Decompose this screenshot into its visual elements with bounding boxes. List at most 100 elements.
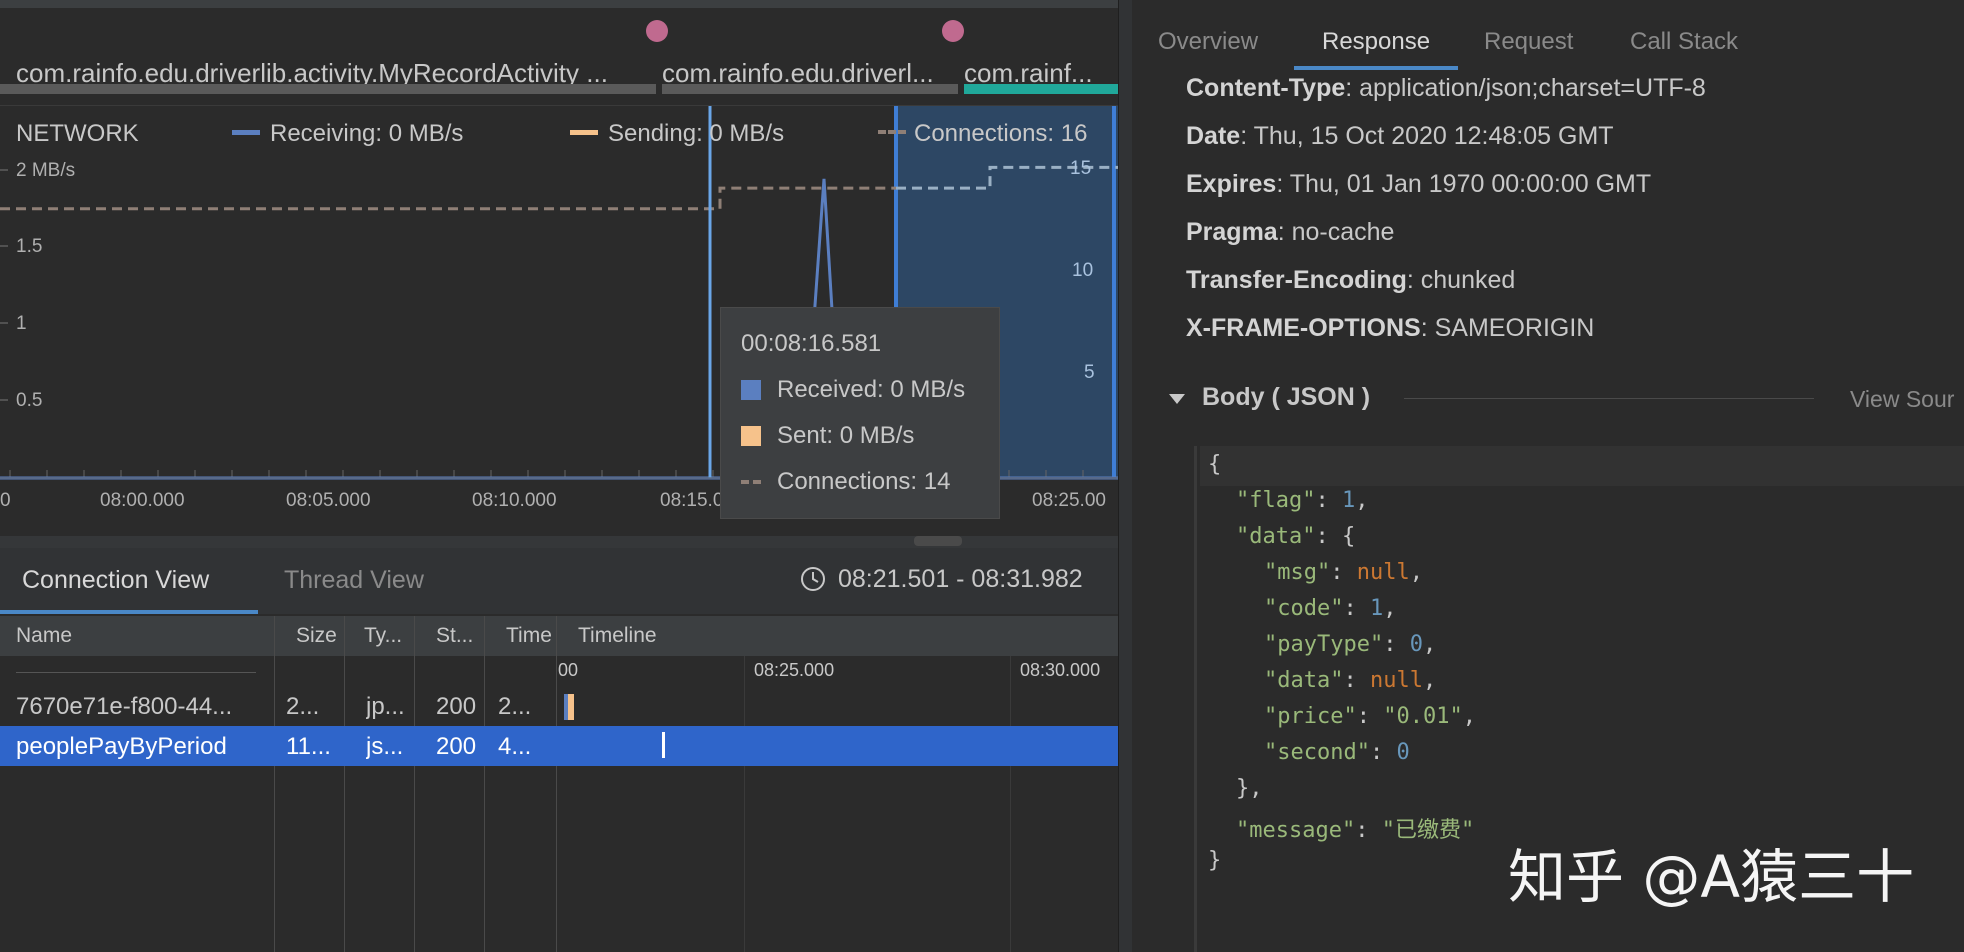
- clock-icon: [801, 567, 825, 591]
- tooltip-sent: Sent: 0 MB/s: [777, 422, 915, 449]
- json-token: "0.01": [1383, 704, 1463, 729]
- col-header-type[interactable]: Ty...: [364, 624, 402, 648]
- activity-bar-segment-active[interactable]: [964, 84, 1118, 94]
- json-token: "已缴费": [1381, 818, 1475, 843]
- connections-swatch: [741, 480, 761, 484]
- event-marker-dot[interactable]: [942, 20, 964, 42]
- active-tab-indicator: [1294, 66, 1458, 70]
- active-tab-indicator: [0, 610, 258, 614]
- event-marker-dot[interactable]: [646, 20, 668, 42]
- row-name: peoplePayByPeriod: [16, 733, 227, 760]
- receiving-legend-swatch: [232, 130, 260, 135]
- response-header-row: Transfer-Encoding: chunked: [1186, 266, 1515, 295]
- row-timeline-bar-sent: [568, 694, 574, 720]
- tab-connection-view[interactable]: Connection View: [22, 566, 209, 595]
- header-key: Date: [1186, 122, 1241, 150]
- json-token: 0: [1396, 740, 1410, 765]
- column-divider[interactable]: [484, 616, 485, 952]
- x-tick-label: 08:05.000: [286, 490, 371, 511]
- table-row-selected[interactable]: peoplePayByPeriod 11... js... 200 4...: [0, 726, 1118, 766]
- header-value: : SAMEORIGIN: [1420, 314, 1595, 342]
- timeline-tick-label: 08:25.000: [754, 660, 835, 680]
- tab-request[interactable]: Request: [1484, 28, 1573, 56]
- horizontal-scrollbar[interactable]: [0, 536, 1118, 548]
- json-token: 1: [1341, 488, 1356, 513]
- column-divider[interactable]: [274, 616, 275, 952]
- row-type: jp...: [366, 693, 405, 720]
- row-size: 11...: [286, 733, 331, 760]
- col-header-timeline[interactable]: Timeline: [578, 624, 657, 648]
- x-tick-label: 0: [0, 490, 11, 511]
- json-line: "data": null,: [1264, 668, 1436, 693]
- json-token: ,: [1383, 596, 1397, 621]
- col-header-time[interactable]: Time: [506, 624, 552, 648]
- y-tick-label: 2 MB/s: [16, 160, 76, 181]
- x-tick-label: 08:15.0: [660, 490, 724, 511]
- row-size: 2...: [286, 693, 320, 720]
- json-token: }: [1208, 848, 1222, 873]
- connections-legend: Connections: 16: [914, 120, 1088, 147]
- received-swatch: [741, 380, 761, 400]
- header-key: X-FRAME-OPTIONS: [1186, 314, 1421, 342]
- column-sub-rule: [16, 672, 256, 673]
- row-time: 2...: [498, 693, 532, 720]
- tab-response[interactable]: Response: [1322, 28, 1430, 56]
- response-header-row: Expires: Thu, 01 Jan 1970 00:00:00 GMT: [1186, 170, 1651, 199]
- y-tick-label: 0.5: [16, 390, 43, 411]
- table-row[interactable]: 7670e71e-f800-44... 2... jp... 200 2...: [0, 686, 1118, 726]
- json-line: "second": 0: [1264, 740, 1410, 765]
- tab-thread-view[interactable]: Thread View: [284, 566, 424, 595]
- json-token: :: [1315, 488, 1342, 513]
- column-divider[interactable]: [556, 616, 557, 952]
- json-token: ,: [1355, 488, 1369, 513]
- json-token: "payType": [1264, 632, 1384, 657]
- json-token: "data": [1264, 668, 1344, 693]
- json-token: "flag": [1236, 488, 1316, 513]
- header-value: : application/json;charset=UTF-8: [1345, 74, 1706, 102]
- json-token: },: [1236, 776, 1263, 801]
- sending-legend: Sending: 0 MB/s: [608, 120, 785, 147]
- column-divider[interactable]: [344, 616, 345, 952]
- json-line: "data": {: [1236, 524, 1355, 549]
- json-line: }: [1208, 848, 1221, 873]
- scrollbar-thumb[interactable]: [914, 536, 962, 546]
- json-line: "price": "0.01",: [1264, 704, 1476, 729]
- row-status: 200: [436, 733, 477, 760]
- view-source-link[interactable]: View Sour: [1850, 386, 1954, 413]
- json-token: "data": [1236, 524, 1316, 549]
- json-token: null: [1369, 668, 1423, 693]
- activity-bar-segment[interactable]: [0, 84, 656, 94]
- header-key: Expires: [1186, 170, 1277, 198]
- json-token: "msg": [1264, 560, 1331, 585]
- column-divider[interactable]: [414, 616, 415, 952]
- response-header-row: Pragma: no-cache: [1186, 218, 1394, 247]
- x-tick-label: 08:10.000: [472, 490, 557, 511]
- json-token: ,: [1422, 668, 1437, 693]
- json-token: null: [1356, 560, 1410, 585]
- json-token: ,: [1462, 704, 1476, 729]
- activity-bar-segment[interactable]: [662, 84, 958, 94]
- col-header-status[interactable]: St...: [436, 624, 473, 648]
- json-line: "payType": 0,: [1264, 632, 1436, 657]
- sending-legend-swatch: [570, 130, 598, 135]
- y-tick-label: 1: [16, 313, 27, 334]
- col-header-name[interactable]: Name: [16, 624, 72, 648]
- tab-overview[interactable]: Overview: [1158, 28, 1258, 56]
- receiving-legend: Receiving: 0 MB/s: [270, 120, 464, 147]
- splitter[interactable]: [1118, 0, 1133, 952]
- json-token: ,: [1422, 632, 1437, 657]
- top-strip: [0, 0, 1118, 8]
- tab-call-stack[interactable]: Call Stack: [1630, 28, 1738, 56]
- header-value: : Thu, 15 Oct 2020 12:48:05 GMT: [1240, 122, 1614, 150]
- chart-title: NETWORK: [16, 120, 139, 147]
- json-token: 1: [1369, 596, 1384, 621]
- chevron-down-icon[interactable]: [1168, 392, 1186, 406]
- json-token: :: [1343, 596, 1370, 621]
- json-token: "price": [1264, 704, 1357, 729]
- profiler-panel: com.rainfo.edu.driverlib.activity.MyReco…: [0, 0, 1118, 952]
- json-token: :: [1355, 818, 1382, 843]
- json-line: "message": "已缴费": [1236, 812, 1474, 844]
- connections-table-header: Name Size Ty... St... Time Timeline: [0, 616, 1118, 656]
- col-header-size[interactable]: Size: [296, 624, 337, 648]
- body-section-title[interactable]: Body ( JSON ): [1202, 383, 1370, 412]
